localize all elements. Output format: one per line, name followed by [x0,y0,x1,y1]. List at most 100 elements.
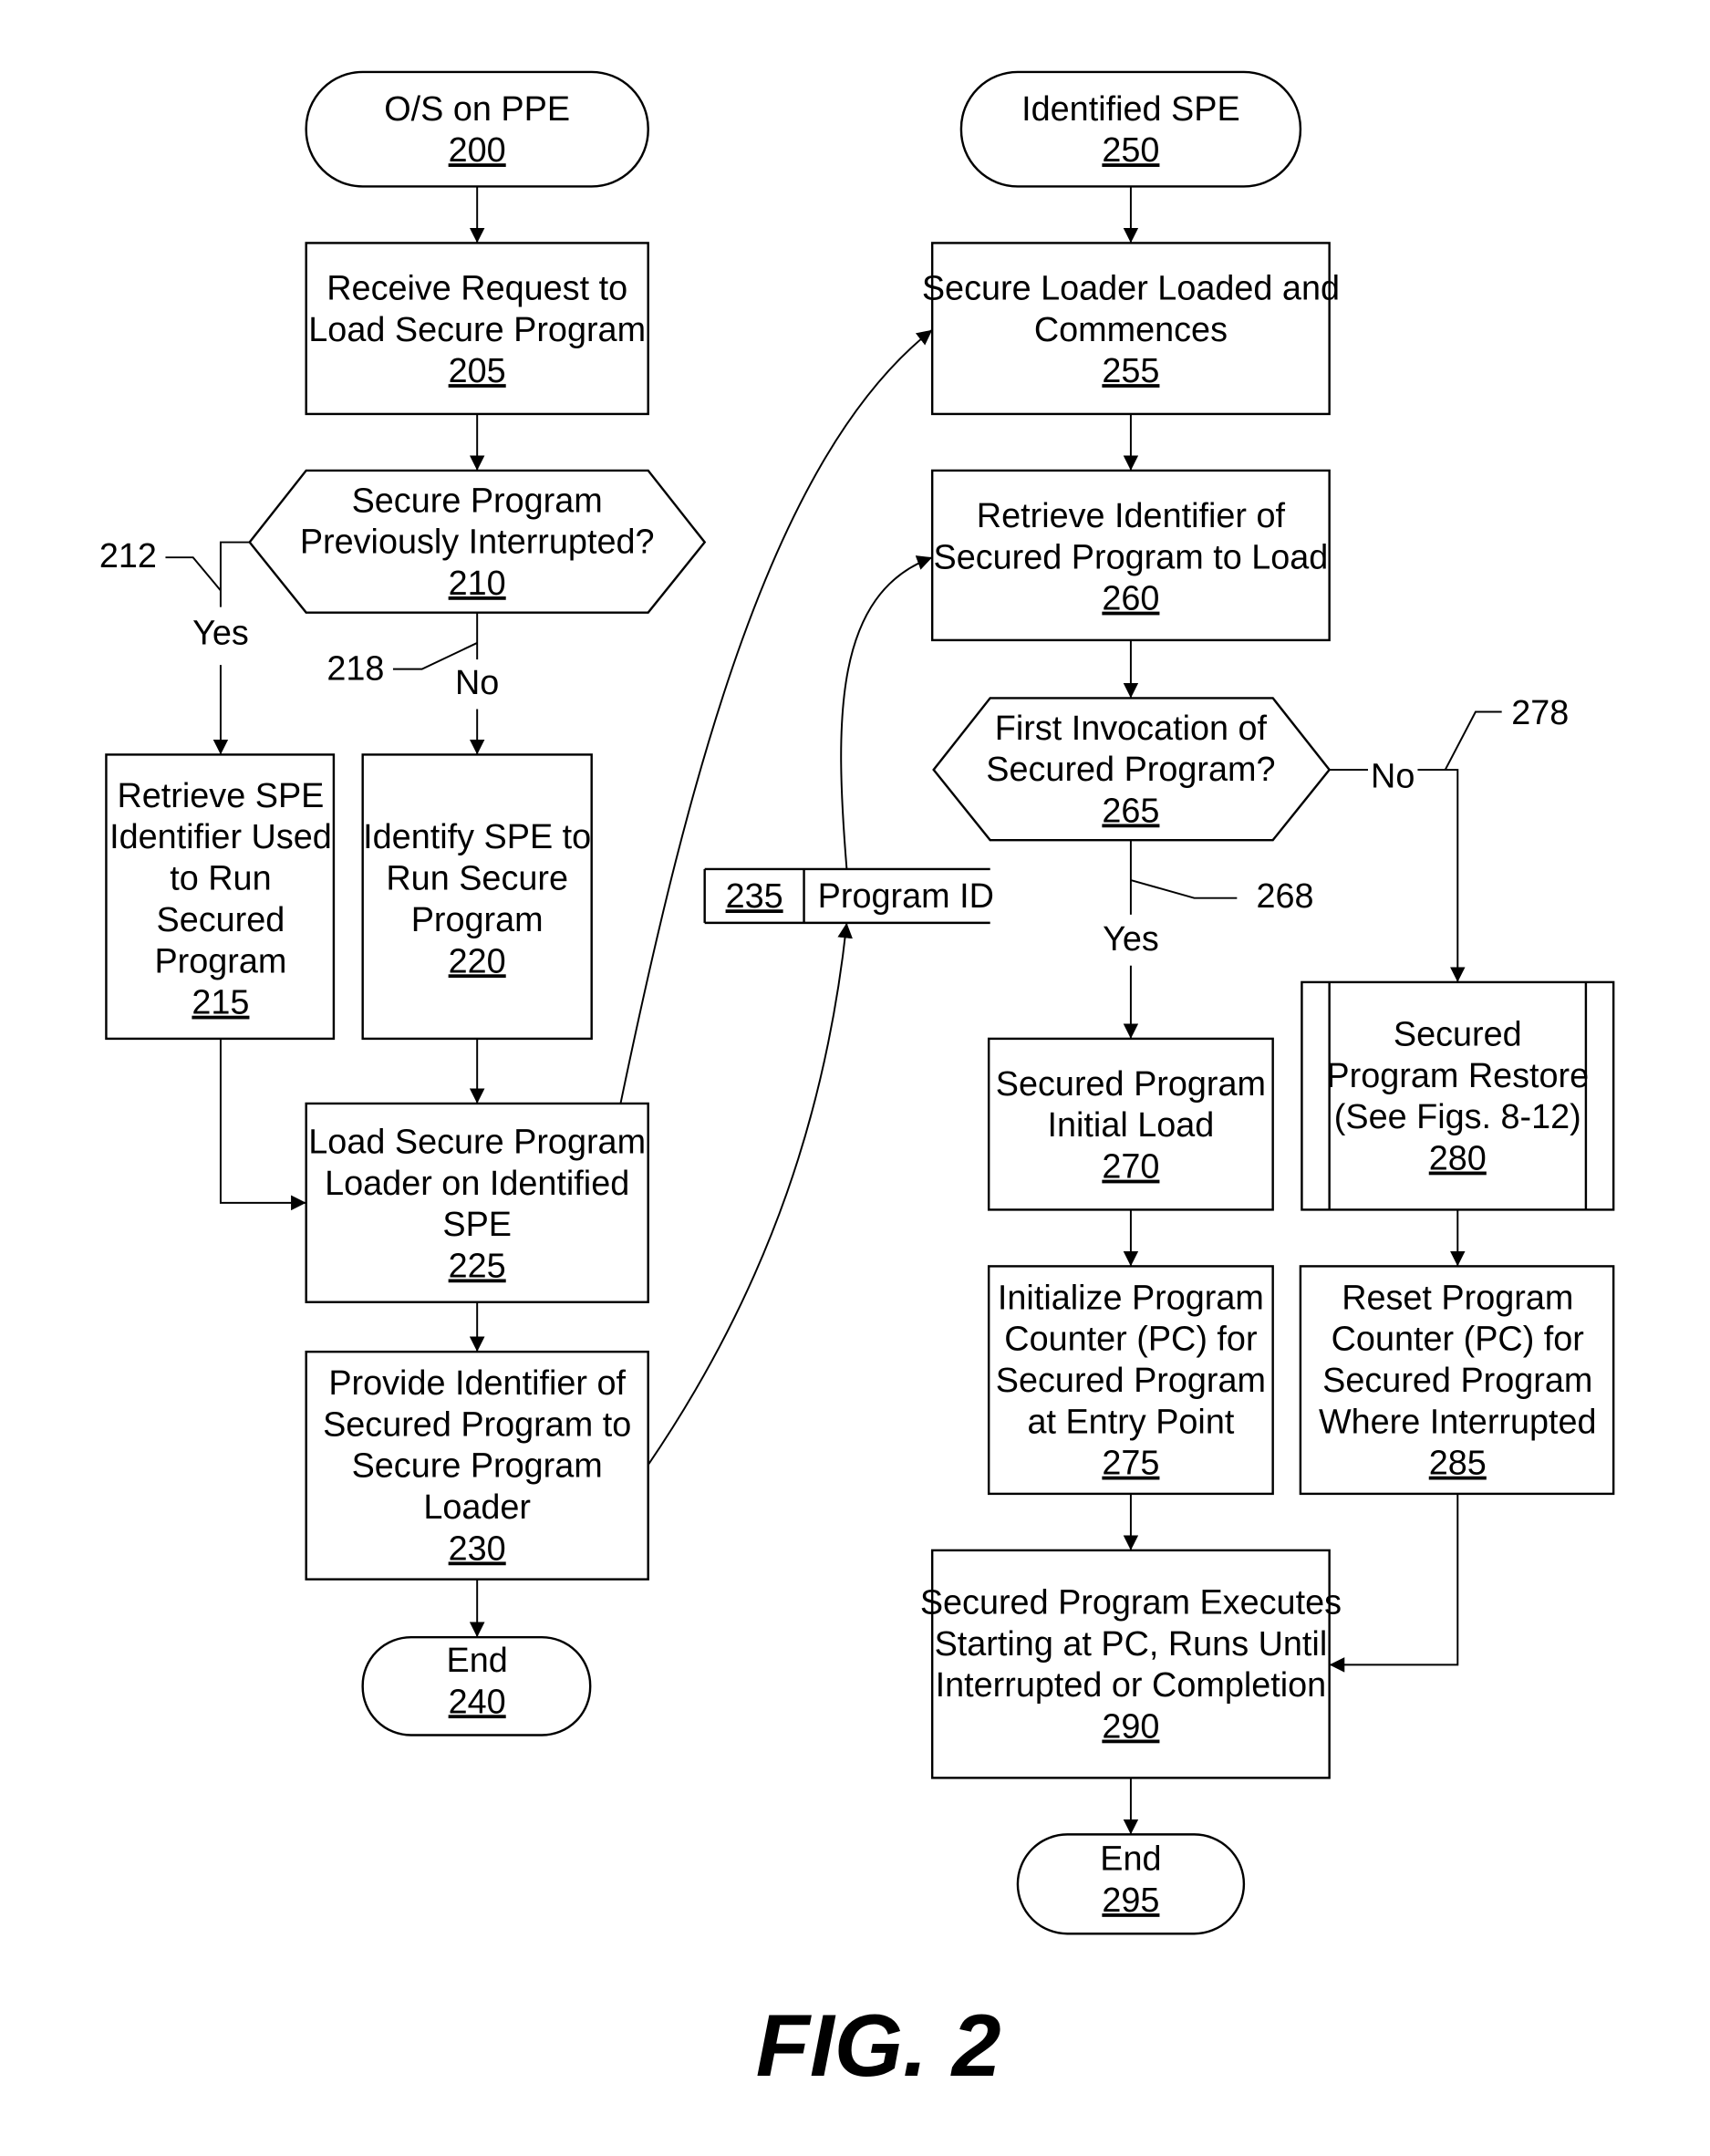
arrow-235-to-260 [840,555,933,869]
figure-label: FIG. 2 [756,1995,1001,2095]
callout-268: 268 [1257,877,1314,916]
node-210-decision: Secure Program Previously Interrupted? 210 [248,469,707,614]
label-line: Counter (PC) for [1004,1321,1257,1359]
branch-label-no-265: No [1371,758,1415,796]
arrow-285-to-290 [1329,1493,1459,1673]
label-line: End [1100,1840,1161,1879]
node-290-process: Secured Program Executes Starting at PC, … [920,1549,1342,1779]
label-line: Secure Program [352,1447,603,1486]
node-220-process: Identify SPE to Run Secure Program 220 [361,753,593,1041]
label-line: Loader on Identified [325,1165,629,1203]
node-200-terminal: O/S on PPE 200 [305,70,649,188]
label-line: Secure Loader Loaded and [922,269,1340,307]
reference-number: 210 [449,565,506,603]
node-250-terminal: Identified SPE 250 [959,70,1302,188]
callout-leader-268 [1130,879,1238,899]
arrow-230-to-235 [647,922,853,1466]
data-store-235: 235 Program ID [703,867,994,925]
label-line: End [447,1642,508,1680]
node-270-process: Secured Program Initial Load 270 [987,1037,1274,1211]
reference-number: 275 [1102,1445,1159,1483]
reference-number: 240 [449,1683,506,1721]
label-line: Secure Program [352,482,603,520]
label-line: Identified SPE [1021,90,1240,129]
callout-278: 278 [1511,694,1569,732]
label-line: Starting at PC, Runs Until [935,1625,1328,1664]
label-line: Retrieve SPE [117,777,324,815]
label-line: Where Interrupted [1319,1403,1597,1441]
arrow-215-to-225 [219,1038,306,1211]
label-line: Secured Program [996,1065,1266,1104]
label-line: Loader [423,1488,531,1527]
reference-number: 250 [1102,131,1159,170]
label-line: Load Secure Program [308,1123,646,1161]
label-line: Secured Program? [986,751,1275,789]
label-line: Secured Program Executes [920,1583,1342,1622]
node-205-process: Receive Request to Load Secure Program 205 [305,242,649,416]
label-line: to Run [170,860,271,898]
callout-leader-212 [165,556,222,592]
label-line: at Entry Point [1027,1403,1234,1441]
label-line: (See Figs. 8-12) [1334,1098,1581,1136]
label-line: Previously Interrupted? [300,523,655,562]
node-225-process: Load Secure Program Loader on Identified S… [305,1102,649,1303]
label-line: First Invocation of [995,710,1268,748]
label-line: Retrieve Identifier of [977,497,1286,535]
node-280-predefined-process: Secured Program Restore (See Figs. 8-12) 28… [1301,980,1615,1211]
label-line: Identifier Used [109,818,332,856]
label-line: O/S on PPE [384,90,570,129]
label-line: Load Secure Program [308,311,646,349]
branch-label-no-210: No [455,664,499,702]
flowchart-figure: O/S on PPE 200 Receive Request to Load Sec… [99,70,1615,2095]
label-line: Secured Program to [323,1405,631,1444]
node-260-process: Retrieve Identifier of Secured Program to… [930,469,1331,642]
branch-label-yes-265: Yes [1103,920,1159,959]
reference-number: 280 [1429,1140,1487,1178]
node-215-process: Retrieve SPE Identifier Used to Run Secured… [105,753,336,1041]
node-265-decision: First Invocation of Secured Program? 265 [932,697,1332,842]
label-line: Program [411,901,544,939]
data-store-label: Program ID [818,877,994,916]
reference-number: 220 [449,942,506,980]
reference-number: 290 [1102,1708,1159,1747]
label-line: Program Restore [1326,1057,1589,1095]
label-line: Reset Program [1342,1279,1573,1317]
arrow-265-no-to-280 [1417,769,1466,982]
label-line: Secured [1394,1015,1522,1053]
label-line: Provide Identifier of [328,1364,626,1403]
connector-210-yes [219,541,250,607]
label-line: Secured Program to Load [934,538,1329,576]
callout-218: 218 [326,650,384,689]
label-line: Initialize Program [998,1279,1264,1317]
data-store-ref: 235 [726,877,783,916]
label-line: Secured [157,901,285,939]
label-line: Initial Load [1048,1106,1215,1145]
node-240-terminal: End 240 [361,1635,592,1736]
reference-number: 270 [1102,1148,1159,1187]
node-255-process: Secure Loader Loaded and Commences 255 [922,242,1340,416]
label-line: Counter (PC) for [1332,1321,1584,1359]
label-line: SPE [442,1206,512,1244]
callout-leader-278 [1444,710,1502,771]
label-line: Secured Program [1322,1362,1592,1400]
reference-number: 200 [449,131,506,170]
reference-number: 215 [192,984,249,1022]
label-line: Program [154,942,286,980]
node-230-process: Provide Identifier of Secured Program to S… [305,1350,649,1581]
branch-label-yes-210: Yes [192,614,249,652]
callout-212: 212 [99,537,157,575]
reference-number: 230 [449,1529,506,1568]
reference-number: 285 [1429,1445,1487,1483]
reference-number: 265 [1102,793,1159,831]
label-line: Commences [1034,311,1228,349]
label-line: Receive Request to [326,269,627,307]
label-line: Run Secure [386,860,568,898]
arrow-225-to-255 [619,328,933,1104]
label-line: Identify SPE to [363,818,591,856]
label-line: Interrupted or Completion [936,1666,1327,1705]
label-line: Secured Program [996,1362,1266,1400]
node-275-process: Initialize Program Counter (PC) for Secure… [987,1265,1274,1496]
reference-number: 205 [449,352,506,390]
reference-number: 295 [1102,1881,1159,1920]
reference-number: 225 [449,1247,506,1285]
